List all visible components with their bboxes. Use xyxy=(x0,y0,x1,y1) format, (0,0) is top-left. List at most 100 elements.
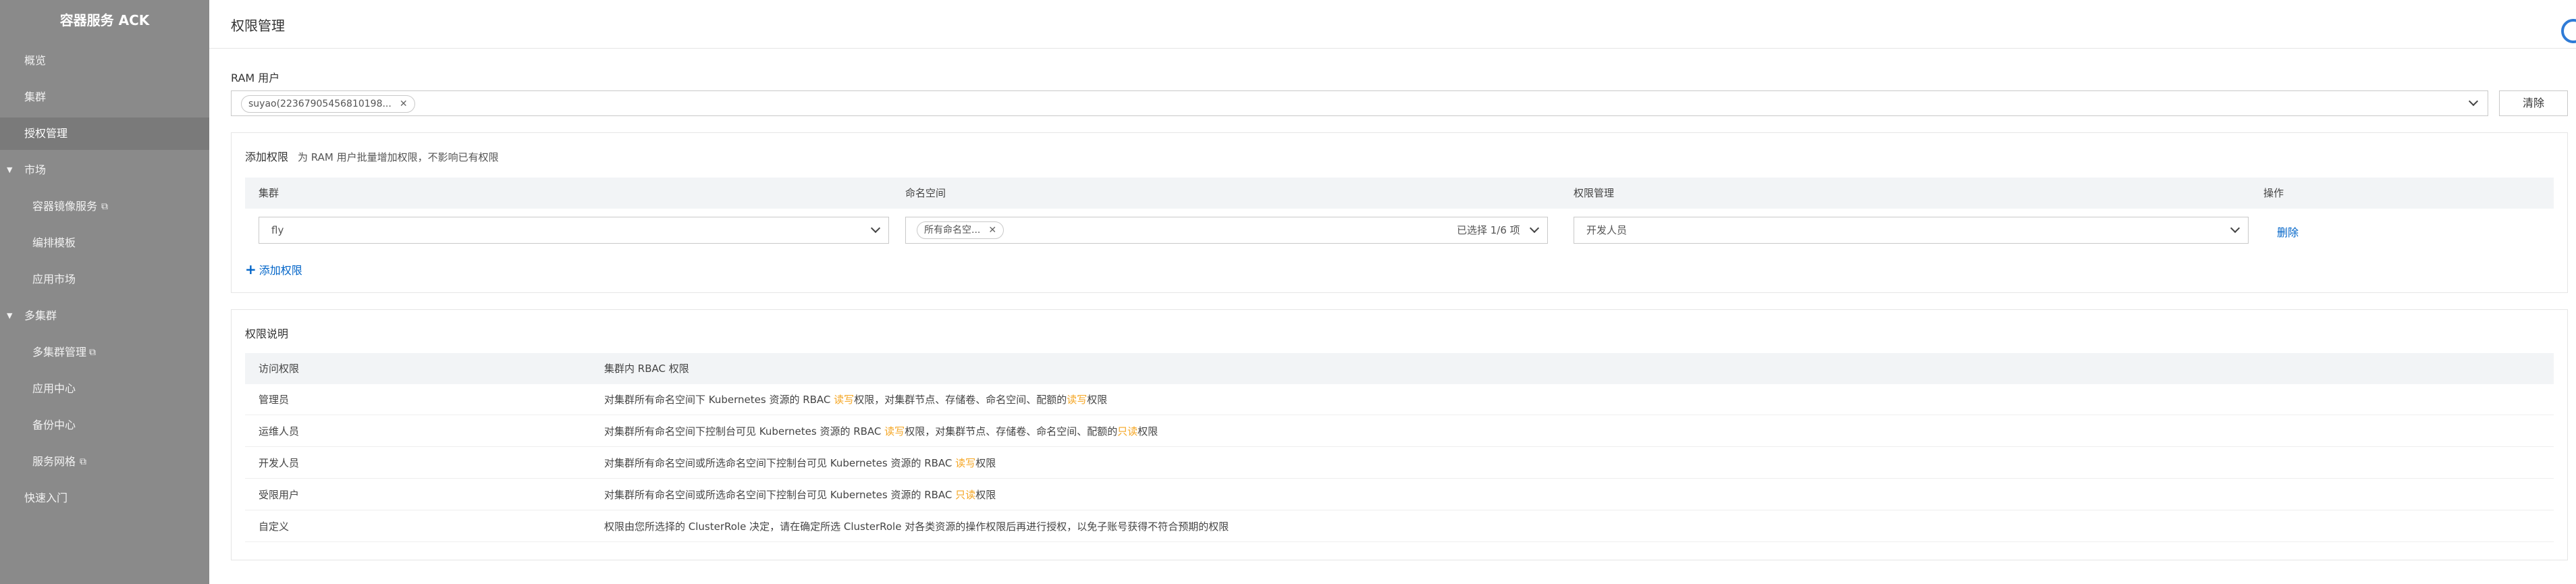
description-text: 权限 xyxy=(1087,394,1108,406)
table-row: 运维人员 对集群所有命名空间下控制台可见 Kubernetes 资源的 RBAC … xyxy=(245,416,2554,447)
role-name: 受限用户 xyxy=(259,489,300,501)
delete-row-link[interactable]: 删除 xyxy=(2277,223,2299,240)
column-header-cluster: 集群 xyxy=(259,187,279,199)
permission-select-value: 开发人员 xyxy=(1586,224,1628,236)
sidebar-item-label: 容器镜像服务 xyxy=(32,200,98,213)
permission-select[interactable]: 开发人员 xyxy=(1574,217,2249,244)
add-permission-subtitle: 为 RAM 用户批量增加权限，不影响已有权限 xyxy=(298,151,499,163)
permission-highlight: 只读 xyxy=(955,489,976,501)
sidebar-group-label: 多集群 xyxy=(24,309,57,322)
role-description: 对集群所有命名空间下 Kubernetes 资源的 RBAC 读写权限，对集群节… xyxy=(604,384,1107,415)
sidebar-item-label: 应用市场 xyxy=(32,273,76,286)
sidebar-item-label: 快速入门 xyxy=(24,492,68,504)
close-icon[interactable]: ✕ xyxy=(400,99,408,109)
close-icon[interactable]: ✕ xyxy=(988,225,996,236)
role-name: 自定义 xyxy=(259,521,290,533)
description-text: 对集群所有命名空间或所选命名空间下控制台可见 Kubernetes 资源的 RB… xyxy=(604,489,956,501)
page-title: 权限管理 xyxy=(231,18,285,34)
add-permission-link[interactable]: + 添加权限 xyxy=(245,261,302,277)
chevron-down-icon[interactable] xyxy=(870,223,881,234)
cluster-select-value: fly xyxy=(271,224,284,236)
namespace-tag: 所有命名空... ✕ xyxy=(917,221,1004,239)
sidebar-item-quickstart[interactable]: 快速入门 xyxy=(0,482,209,514)
sidebar-group-multi-cluster[interactable]: ▼ 多集群 xyxy=(0,300,209,332)
description-text: 对集群所有命名空间下控制台可见 Kubernetes 资源的 RBAC xyxy=(604,425,885,437)
sidebar-item-label: 服务网格 xyxy=(32,455,76,468)
caret-down-icon: ▼ xyxy=(7,165,13,174)
sidebar-item-label: 备份中心 xyxy=(32,419,76,431)
page-header: 权限管理 xyxy=(209,0,2576,49)
description-text: 权限 xyxy=(1137,425,1158,437)
add-permission-label: 添加权限 xyxy=(259,264,302,277)
add-permission-table-header: 集群 命名空间 权限管理 操作 xyxy=(245,178,2554,209)
sidebar-item-templates[interactable]: 编排模板 xyxy=(0,227,209,259)
description-text: 权限 xyxy=(975,489,996,501)
sidebar-item-clusters[interactable]: 集群 xyxy=(0,81,209,113)
add-permission-title: 添加权限为 RAM 用户批量增加权限，不影响已有权限 xyxy=(245,151,499,163)
column-header-namespace: 命名空间 xyxy=(905,187,946,199)
sidebar-group-market[interactable]: ▼ 市场 xyxy=(0,154,209,186)
namespace-count: 已选择 1/6 项 xyxy=(1457,224,1520,236)
ram-user-label: RAM 用户 xyxy=(231,72,280,84)
permission-highlight: 读写 xyxy=(955,457,976,469)
description-text: 权限，对集群节点、存储卷、命名空间、配额的 xyxy=(905,425,1118,437)
sidebar: 容器服务 ACK 概览 集群 授权管理 ▼ 市场 容器镜像服务 ⧉ 编排模板 应… xyxy=(0,0,209,584)
permission-highlight: 读写 xyxy=(884,425,905,437)
ram-user-tag: suyao(2236790545681019​8... ✕ xyxy=(241,95,415,113)
role-name: 管理员 xyxy=(259,394,290,406)
ram-user-select[interactable]: suyao(2236790545681019​8... ✕ xyxy=(231,90,2488,116)
table-row: 开发人员 对集群所有命名空间或所选命名空间下控制台可见 Kubernetes 资源… xyxy=(245,448,2554,479)
permission-highlight: 读写 xyxy=(834,394,855,406)
description-text: 对集群所有命名空间下 Kubernetes 资源的 RBAC xyxy=(604,394,834,406)
role-description: 对集群所有命名空间或所选命名空间下控制台可见 Kubernetes 资源的 RB… xyxy=(604,448,996,479)
main-content: 权限管理 RAM 用户 suyao(2236790545681019​8... ✕… xyxy=(209,0,2576,584)
sidebar-item-app-center[interactable]: 应用中心 xyxy=(0,373,209,405)
sidebar-item-overview[interactable]: 概览 xyxy=(0,45,209,77)
sidebar-item-service-mesh[interactable]: 服务网格 ⧉ xyxy=(0,446,209,478)
column-header-rbac: 集群内 RBAC 权限 xyxy=(604,363,689,375)
plus-icon: + xyxy=(245,261,257,277)
description-text: 对集群所有命名空间或所选命名空间下控制台可见 Kubernetes 资源的 RB… xyxy=(604,457,956,469)
sidebar-item-label: 集群 xyxy=(24,90,47,103)
caret-down-icon: ▼ xyxy=(7,311,13,320)
description-text: 权限由您所选择的 ClusterRole 决定，请在确定所选 ClusterRo… xyxy=(604,521,1229,533)
sidebar-item-authorization[interactable]: 授权管理 xyxy=(0,117,209,150)
description-text: 权限 xyxy=(975,457,996,469)
sidebar-item-container-registry[interactable]: 容器镜像服务 ⧉ xyxy=(0,190,209,223)
sidebar-title: 容器服务 ACK xyxy=(59,12,150,28)
permission-highlight: 只读 xyxy=(1117,425,1138,437)
chevron-down-icon[interactable] xyxy=(2230,223,2240,234)
chevron-down-icon[interactable] xyxy=(2468,96,2479,107)
table-row: 受限用户 对集群所有命名空间或所选命名空间下控制台可见 Kubernetes 资源… xyxy=(245,479,2554,510)
permission-highlight: 读写 xyxy=(1067,394,1088,406)
sidebar-item-label: 概览 xyxy=(24,54,47,67)
clear-button[interactable]: 清除 xyxy=(2499,90,2568,116)
description-text: 权限，对集群节点、存储卷、命名空间、配额的 xyxy=(854,394,1067,406)
permission-description-panel: 权限说明 访问权限 集群内 RBAC 权限 管理员 对集群所有命名空间下 Kube… xyxy=(231,309,2568,560)
sidebar-item-label: 授权管理 xyxy=(24,127,68,140)
sidebar-item-label: 应用中心 xyxy=(32,382,76,395)
role-description: 权限由您所选择的 ClusterRole 决定，请在确定所选 ClusterRo… xyxy=(604,511,1229,542)
column-header-permission: 权限管理 xyxy=(1574,187,1615,199)
description-table-header: 访问权限 集群内 RBAC 权限 xyxy=(245,353,2554,384)
role-name: 开发人员 xyxy=(259,457,300,469)
table-row: 自定义 权限由您所选择的 ClusterRole 决定，请在确定所选 Cluste… xyxy=(245,511,2554,542)
column-header-access: 访问权限 xyxy=(259,363,300,375)
external-link-icon: ⧉ xyxy=(80,456,86,467)
add-permission-panel: 添加权限为 RAM 用户批量增加权限，不影响已有权限 集群 命名空间 权限管理 … xyxy=(231,132,2568,293)
namespace-tag-label: 所有命名空... xyxy=(924,225,981,236)
cluster-select[interactable]: fly xyxy=(259,217,889,244)
role-description: 对集群所有命名空间下控制台可见 Kubernetes 资源的 RBAC 读写权限… xyxy=(604,416,1158,447)
sidebar-group-label: 市场 xyxy=(24,163,47,176)
external-link-icon: ⧉ xyxy=(89,347,96,358)
sidebar-item-app-market[interactable]: 应用市场 xyxy=(0,263,209,296)
chevron-down-icon[interactable] xyxy=(1529,223,1540,234)
sidebar-item-backup-center[interactable]: 备份中心 xyxy=(0,409,209,442)
help-assistant-icon[interactable] xyxy=(2560,19,2576,46)
namespace-select[interactable]: 所有命名空... ✕ 已选择 1/6 项 xyxy=(905,217,1548,244)
role-description: 对集群所有命名空间或所选命名空间下控制台可见 Kubernetes 资源的 RB… xyxy=(604,479,996,510)
column-header-action: 操作 xyxy=(2263,187,2284,199)
sidebar-item-multi-cluster-management[interactable]: 多集群管理 ⧉ xyxy=(0,336,209,369)
external-link-icon: ⧉ xyxy=(101,201,108,212)
table-row: 管理员 对集群所有命名空间下 Kubernetes 资源的 RBAC 读写权限，对… xyxy=(245,384,2554,415)
